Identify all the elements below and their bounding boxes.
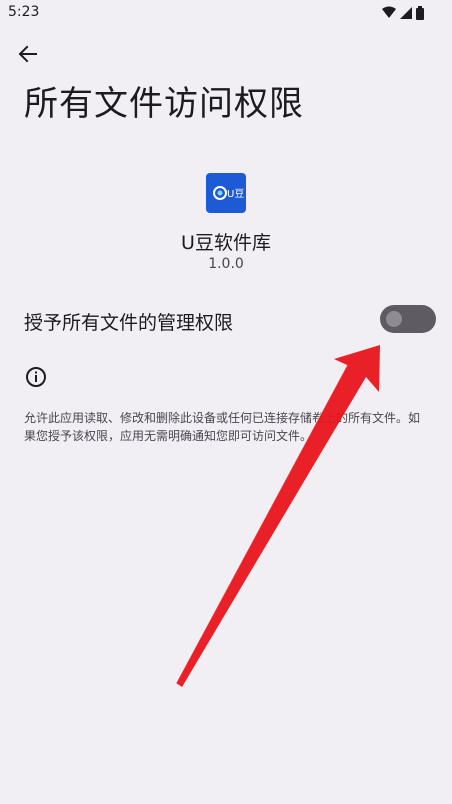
app-icon: U豆 (206, 173, 246, 213)
status-time: 5:23 (8, 4, 40, 20)
status-bar: 5:23 (0, 0, 452, 26)
wifi-icon (382, 6, 396, 18)
status-icons (382, 5, 428, 20)
page-title: 所有文件访问权限 (24, 84, 304, 124)
arrow-left-icon (18, 45, 37, 63)
app-name: U豆软件库 (181, 232, 271, 254)
back-button[interactable] (10, 36, 46, 72)
setting-label: 授予所有文件的管理权限 (24, 312, 234, 334)
battery-icon (416, 6, 424, 20)
permission-description: 允许此应用读取、修改和删除此设备或任何已连接存储卷上的所有文件。如果您授予该权限… (24, 411, 421, 443)
app-logo-text: U豆 (227, 188, 244, 200)
cell-signal-icon (400, 7, 412, 19)
manage-all-files-setting[interactable]: 授予所有文件的管理权限 (0, 298, 452, 342)
info-icon (25, 366, 47, 388)
app-version: 1.0.0 (208, 256, 244, 272)
toggle-thumb (386, 311, 402, 327)
permission-toggle[interactable] (380, 305, 436, 333)
